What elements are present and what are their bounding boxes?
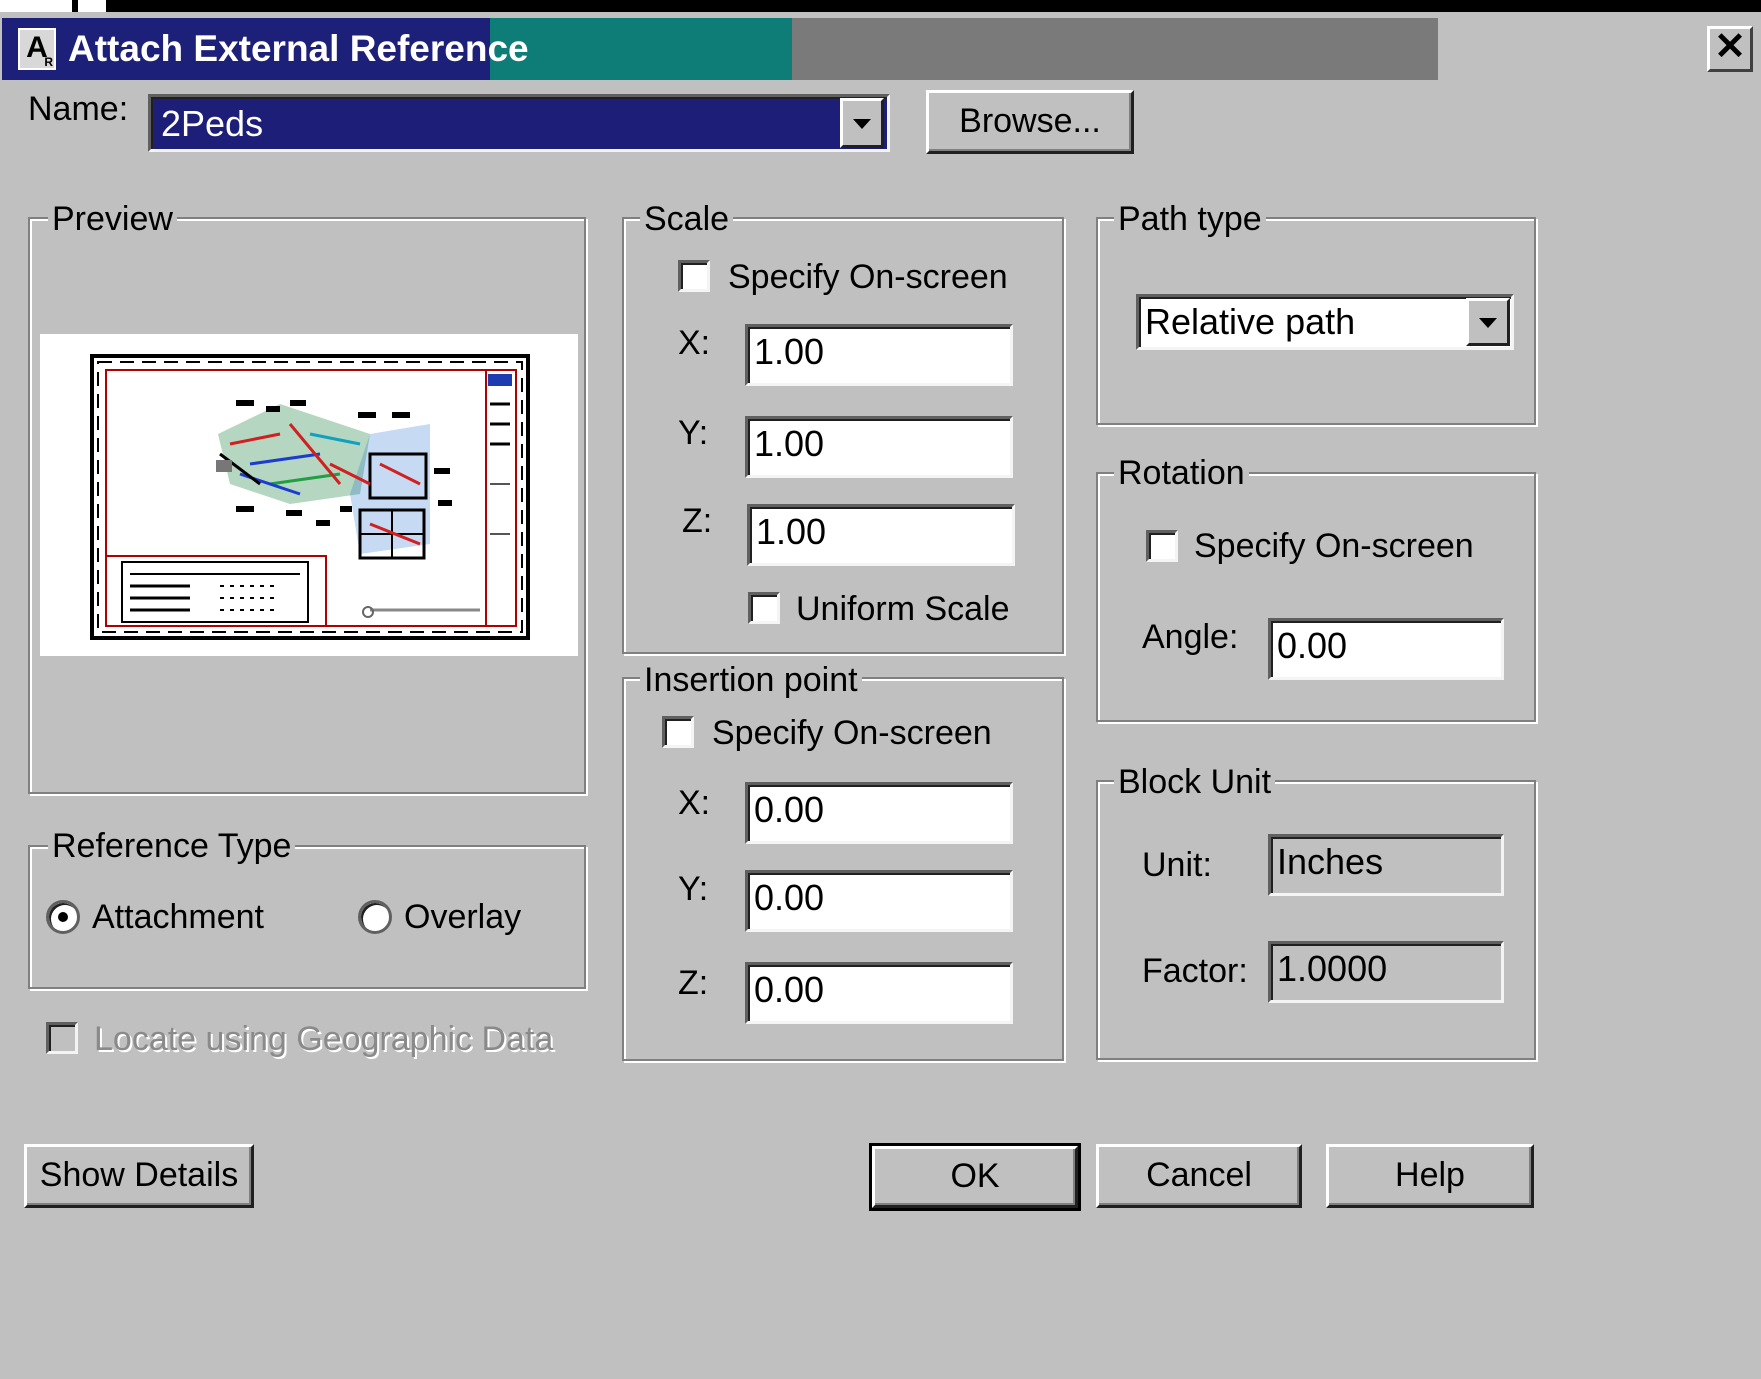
- rotation-group: [1096, 472, 1536, 722]
- drawing-preview: [40, 334, 578, 656]
- ok-button[interactable]: OK: [869, 1143, 1081, 1211]
- radio-selected-dot-icon: [58, 912, 68, 922]
- autocad-app-icon: AR: [18, 28, 56, 70]
- scale-specify-checkbox[interactable]: [678, 260, 710, 292]
- insertion-z-input[interactable]: 0.00: [745, 962, 1013, 1024]
- insertion-specify-checkbox[interactable]: [662, 716, 694, 748]
- unit-label: Unit:: [1142, 846, 1212, 884]
- geographic-data-label: Locate using Geographic Data: [94, 1020, 554, 1058]
- geographic-data-checkbox: [46, 1022, 78, 1054]
- name-value: 2Peds: [161, 103, 264, 144]
- block-unit-group-title: Block Unit: [1114, 763, 1276, 802]
- cancel-button[interactable]: Cancel: [1096, 1144, 1302, 1208]
- title-bar[interactable]: AR Attach External Reference: [2, 18, 1438, 80]
- scale-x-label: X:: [678, 324, 711, 362]
- name-combobox[interactable]: 2Peds: [148, 94, 890, 152]
- unit-value-field: Inches: [1268, 834, 1504, 896]
- angle-label: Angle:: [1142, 618, 1239, 656]
- uniform-scale-checkbox[interactable]: [748, 592, 780, 624]
- scale-specify-label: Specify On-screen: [728, 258, 1008, 296]
- name-label: Name:: [28, 90, 129, 128]
- attachment-label: Attachment: [92, 898, 264, 936]
- insertion-specify-label: Specify On-screen: [712, 714, 992, 752]
- scale-x-input[interactable]: 1.00: [745, 324, 1013, 386]
- insertion-point-group-title: Insertion point: [640, 661, 862, 700]
- attach-xref-dialog: AR Attach External Reference ✕ Name: 2Pe…: [0, 12, 1761, 1379]
- factor-label: Factor:: [1142, 952, 1248, 990]
- rotation-specify-checkbox[interactable]: [1146, 530, 1178, 562]
- browse-button[interactable]: Browse...: [926, 90, 1134, 154]
- dialog-title: Attach External Reference: [68, 28, 529, 69]
- overlay-label: Overlay: [404, 898, 522, 936]
- help-button[interactable]: Help: [1326, 1144, 1534, 1208]
- attachment-radio[interactable]: [46, 900, 80, 934]
- scale-y-input[interactable]: 1.00: [745, 416, 1013, 478]
- reference-type-group-title: Reference Type: [48, 827, 296, 866]
- insertion-z-label: Z:: [678, 964, 709, 1002]
- strip-segment: [78, 0, 106, 12]
- scale-z-label: Z:: [682, 502, 713, 540]
- name-dropdown-arrow-icon[interactable]: [840, 98, 884, 148]
- show-details-button[interactable]: Show Details: [24, 1144, 254, 1208]
- path-type-value: Relative path: [1145, 301, 1356, 342]
- factor-value-field: 1.0000: [1268, 941, 1504, 1003]
- close-button[interactable]: ✕: [1707, 26, 1753, 72]
- insertion-y-label: Y:: [678, 870, 709, 908]
- path-type-group-title: Path type: [1114, 200, 1266, 239]
- scale-group-title: Scale: [640, 200, 734, 239]
- angle-input[interactable]: 0.00: [1268, 618, 1504, 680]
- path-type-select[interactable]: Relative path: [1136, 294, 1514, 350]
- uniform-scale-label: Uniform Scale: [796, 590, 1010, 628]
- drawing-thumbnail-icon: [90, 354, 530, 640]
- scale-y-label: Y:: [678, 414, 709, 452]
- rotation-group-title: Rotation: [1114, 454, 1249, 493]
- block-unit-group: [1096, 780, 1536, 1060]
- overlay-radio[interactable]: [358, 900, 392, 934]
- preview-group-title: Preview: [48, 200, 177, 239]
- path-type-dropdown-arrow-icon[interactable]: [1466, 298, 1510, 346]
- strip-segment: [0, 0, 72, 12]
- rotation-specify-label: Specify On-screen: [1194, 527, 1474, 565]
- insertion-y-input[interactable]: 0.00: [745, 870, 1013, 932]
- scale-z-input[interactable]: 1.00: [747, 504, 1015, 566]
- insertion-x-label: X:: [678, 784, 711, 822]
- insertion-x-input[interactable]: 0.00: [745, 782, 1013, 844]
